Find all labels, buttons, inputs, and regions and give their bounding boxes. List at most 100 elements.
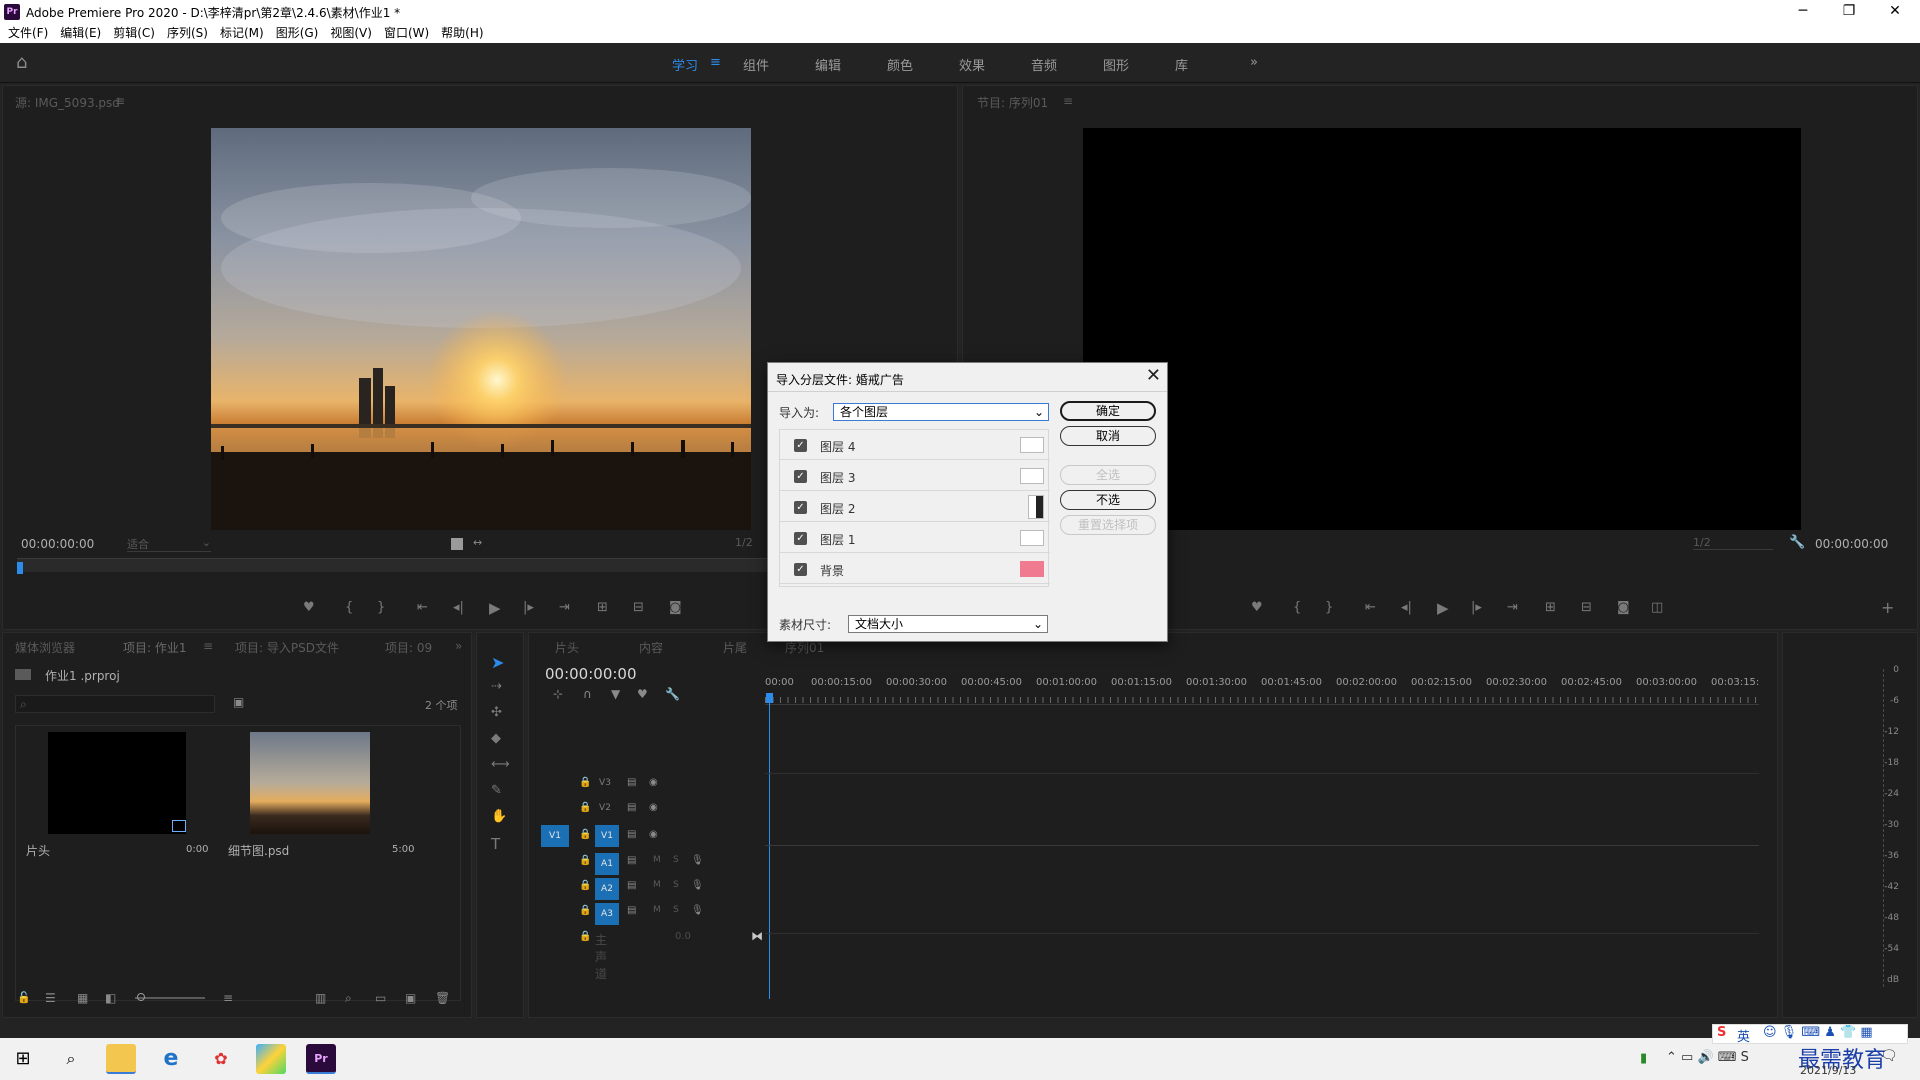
pen-tool-icon[interactable]: ✎ <box>491 783 502 798</box>
menu-sequence[interactable]: 序列(S) <box>161 24 214 43</box>
list-view-icon[interactable]: ☰ <box>45 991 56 1005</box>
workspace-menu-icon[interactable]: ≡ <box>710 55 721 70</box>
freeform-view-icon[interactable]: ◧ <box>105 991 116 1005</box>
layer-row[interactable]: ✓ 图层 1 <box>780 523 1050 553</box>
snap-icon[interactable]: ⊹ <box>553 687 563 701</box>
eye-icon[interactable]: ◉ <box>649 802 658 813</box>
step-forward-icon[interactable]: |▸ <box>1471 600 1482 615</box>
source-monitor-title[interactable]: 源: IMG_5093.psd <box>15 94 120 111</box>
play-icon[interactable]: ▶ <box>489 599 501 617</box>
checkbox-checked-icon[interactable]: ✓ <box>794 563 807 576</box>
lock-icon[interactable]: 🔒 <box>579 777 591 788</box>
tray-icons[interactable]: ⌃ ▭ 🔊 ⌨ S <box>1666 1050 1749 1065</box>
close-icon[interactable]: ✕ <box>1146 365 1161 386</box>
checkbox-checked-icon[interactable]: ✓ <box>794 470 807 483</box>
ime-tools-icon[interactable]: ☺ 🎙 ⌨ ♟ 👕 ▦ <box>1763 1025 1873 1040</box>
layer-row[interactable]: ✓ 图层 3 <box>780 461 1050 491</box>
ime-mode[interactable]: 英 <box>1737 1026 1750 1045</box>
program-resolution-dropdown[interactable]: 1/2 <box>1693 536 1773 550</box>
eye-icon[interactable]: ◉ <box>649 777 658 788</box>
track-select-icon[interactable]: ⇢ <box>491 679 502 694</box>
mute-button[interactable]: M <box>653 855 661 865</box>
film-icon[interactable]: ▤ <box>627 905 636 916</box>
track-label[interactable]: A2 <box>595 878 619 900</box>
workspace-tab-learn[interactable]: 学习 <box>672 55 698 74</box>
go-to-in-icon[interactable]: ⇤ <box>417 600 428 615</box>
menu-markers[interactable]: 标记(M) <box>214 24 270 43</box>
notification-icon[interactable]: 🗨 <box>1880 1048 1898 1064</box>
camera-icon[interactable]: ◙ <box>669 600 682 615</box>
add-marker-icon[interactable]: ▼ <box>611 687 620 701</box>
lock-icon[interactable]: 🔒 <box>579 802 591 813</box>
mic-icon[interactable]: 🎙 <box>691 905 704 916</box>
close-window-button[interactable]: ✕ <box>1872 0 1918 24</box>
marker-icon[interactable]: ♥ <box>1251 600 1263 615</box>
mark-in-icon[interactable]: { <box>1293 600 1301 615</box>
lock-icon[interactable]: 🔒 <box>579 905 591 916</box>
layer-row[interactable]: ✓ 图层 4 <box>780 430 1050 460</box>
find-icon[interactable]: ⌕ <box>345 991 352 1006</box>
track-label[interactable]: A1 <box>595 853 619 875</box>
edge-browser-icon[interactable]: e <box>156 1044 186 1074</box>
go-to-in-icon[interactable]: ⇤ <box>1365 600 1376 615</box>
hand-tool-icon[interactable]: ✋ <box>491 809 507 824</box>
layer-row[interactable]: ✓ 图层 2 <box>780 492 1050 522</box>
checkbox-checked-icon[interactable]: ✓ <box>794 532 807 545</box>
tab-project-09[interactable]: 项目: 09 <box>385 639 432 656</box>
workspace-tab-editing[interactable]: 编辑 <box>815 55 841 74</box>
tab-media-browser[interactable]: 媒体浏览器 <box>15 639 75 656</box>
checkbox-checked-icon[interactable]: ✓ <box>794 501 807 514</box>
insert-icon[interactable]: ↔ <box>473 536 482 549</box>
app-icon[interactable]: ✿ <box>206 1044 236 1074</box>
go-to-out-icon[interactable]: ⇥ <box>1507 600 1518 615</box>
select-none-button[interactable]: 不选 <box>1060 490 1156 510</box>
lift-icon[interactable]: ⊞ <box>1545 600 1556 615</box>
mark-out-icon[interactable]: } <box>377 600 385 615</box>
import-as-select[interactable]: 各个图层 ⌄ <box>833 403 1049 421</box>
windows-start-icon[interactable]: ⊞ <box>8 1044 38 1074</box>
time-ruler[interactable]: 00:00 00:00:15:00 00:00:30:00 00:00:45:0… <box>765 677 1759 705</box>
step-back-icon[interactable]: ◂| <box>1401 600 1412 615</box>
marker-icon[interactable]: ♥ <box>303 600 315 615</box>
timeline-tab[interactable]: 片尾 <box>723 639 747 656</box>
eye-icon[interactable]: ◉ <box>649 829 658 840</box>
program-timecode[interactable]: 00:00:00:00 <box>1815 537 1888 551</box>
premiere-pro-icon[interactable]: Pr <box>306 1044 336 1074</box>
ripple-edit-icon[interactable]: ✣ <box>491 705 502 720</box>
delete-icon[interactable]: 🗑 <box>435 991 450 1005</box>
film-icon[interactable]: ▤ <box>627 777 636 788</box>
step-back-icon[interactable]: ◂| <box>453 600 464 615</box>
automate-icon[interactable]: ▥ <box>315 991 326 1005</box>
razor-tool-icon[interactable]: ◆ <box>491 731 501 746</box>
playhead-icon[interactable] <box>17 562 23 574</box>
lock-icon[interactable]: 🔒 <box>579 931 591 942</box>
playhead-icon[interactable] <box>766 693 773 703</box>
tab-project-psd[interactable]: 项目: 导入PSD文件 <box>235 639 339 656</box>
lock-icon[interactable]: 🔒 <box>579 829 591 840</box>
mute-button[interactable]: M <box>653 905 661 915</box>
go-to-end-icon[interactable]: ⧓ <box>751 929 763 943</box>
slip-tool-icon[interactable]: ⟷ <box>491 757 510 772</box>
selection-tool-icon[interactable]: ➤ <box>491 653 504 672</box>
source-timecode[interactable]: 00:00:00:00 <box>21 537 94 551</box>
panel-menu-icon[interactable]: ≡ <box>1063 94 1073 108</box>
solo-button[interactable]: S <box>673 855 679 865</box>
workspace-tab-audio[interactable]: 音频 <box>1031 55 1057 74</box>
home-icon[interactable]: ⌂ <box>16 53 36 73</box>
solo-button[interactable]: S <box>673 880 679 890</box>
select-all-button[interactable]: 全选 <box>1060 465 1156 485</box>
extract-icon[interactable]: ⊟ <box>1581 600 1592 615</box>
type-tool-icon[interactable]: T <box>491 835 500 853</box>
app-icon[interactable] <box>256 1044 286 1074</box>
lock-icon[interactable]: 🔒 <box>579 855 591 866</box>
checkbox-checked-icon[interactable]: ✓ <box>794 439 807 452</box>
play-icon[interactable]: ▶ <box>1437 599 1449 617</box>
reset-selection-button[interactable]: 重置选择项 <box>1060 515 1156 535</box>
film-icon[interactable]: ▤ <box>627 855 636 866</box>
camera-icon[interactable]: ◙ <box>1617 600 1630 615</box>
source-patch-v1[interactable]: V1 <box>541 825 569 847</box>
timeline-tab[interactable]: 片头 <box>555 639 579 656</box>
source-fit-dropdown[interactable]: 适合 ⌄ <box>127 536 211 552</box>
step-forward-icon[interactable]: |▸ <box>523 600 534 615</box>
track-label[interactable]: V1 <box>595 825 619 847</box>
